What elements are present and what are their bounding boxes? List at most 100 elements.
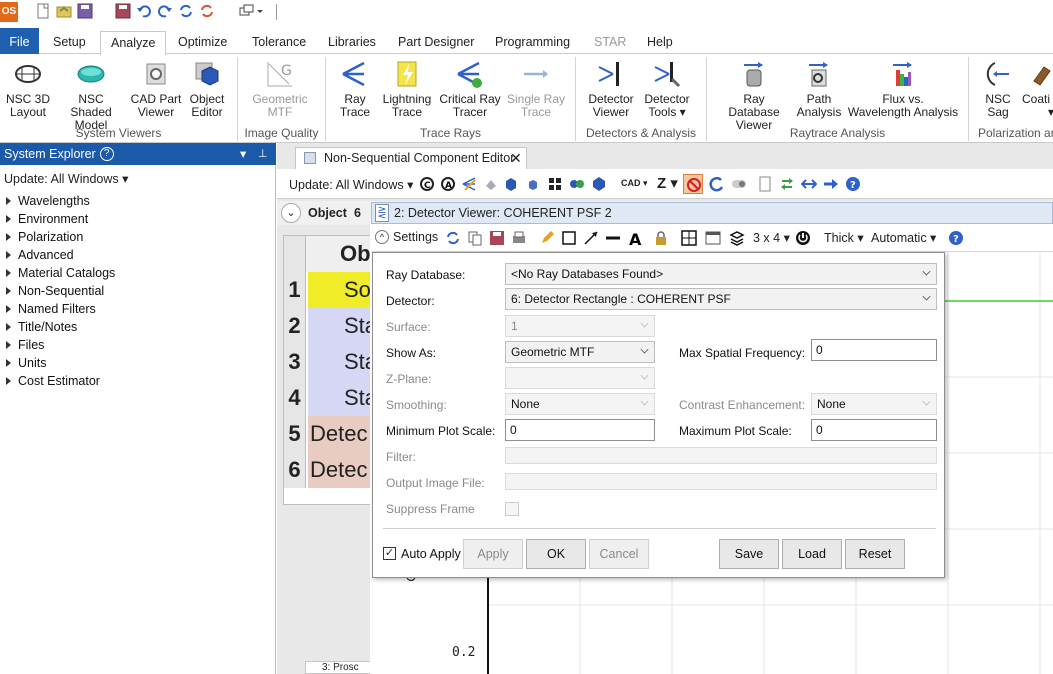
copy-icon[interactable] — [467, 230, 483, 246]
auto-apply-checkbox[interactable]: ✓ — [383, 547, 396, 560]
prosc-tab[interactable]: 3: Prosc — [305, 661, 375, 674]
refresh-all-icon[interactable] — [198, 3, 216, 21]
detector-viewer-titlebar[interactable]: ⋛ 2: Detector Viewer: COHERENT PSF 2 — [371, 202, 1053, 224]
cancel-button[interactable]: Cancel — [589, 539, 649, 569]
rotate-icon[interactable] — [709, 176, 725, 192]
sx-item-advanced[interactable]: Advanced — [6, 248, 74, 262]
reset-button[interactable]: Reset — [845, 539, 905, 569]
row-type[interactable]: Sta — [308, 308, 374, 344]
group-icon[interactable] — [569, 176, 585, 192]
cube-small-icon[interactable] — [525, 176, 541, 192]
solid-icon[interactable] — [483, 176, 499, 192]
print-icon[interactable] — [511, 230, 527, 246]
nsc-shaded-model-button[interactable]: NSC Shaded Model — [56, 59, 126, 132]
layout-dropdown[interactable]: 3 x 4 ▾ — [753, 230, 790, 245]
window-layout-icon[interactable] — [238, 3, 264, 21]
cad-dropdown[interactable]: CAD ▾ — [621, 178, 648, 189]
object-editor-button[interactable]: Object Editor — [185, 59, 229, 119]
ray-trace-icon[interactable] — [461, 176, 477, 192]
new-file-icon[interactable] — [34, 3, 52, 21]
collapse-icon[interactable]: ^ — [375, 230, 389, 244]
collapse-icon[interactable]: ⌄ — [281, 203, 301, 223]
coating-button[interactable]: Coati ▾ — [1022, 59, 1053, 119]
nsc-editor-tab[interactable]: Non-Sequential Component Editor ✕ — [295, 147, 527, 169]
sx-item-non-sequential[interactable]: Non-Sequential — [6, 284, 104, 298]
settings-button[interactable]: Settings — [393, 230, 438, 244]
system-explorer-update[interactable]: Update: All Windows ▾ — [4, 171, 128, 186]
z-plane-select[interactable] — [505, 367, 655, 389]
layers-icon[interactable] — [729, 230, 745, 246]
dropdown-arrow-icon[interactable]: ▾ — [240, 143, 246, 165]
tab-setup[interactable]: Setup — [53, 32, 86, 54]
tab-help[interactable]: Help — [647, 32, 673, 54]
cube-icon[interactable] — [503, 176, 519, 192]
hexagon-icon[interactable] — [591, 176, 607, 192]
refresh-icon[interactable] — [445, 230, 461, 246]
nsc-sag-button[interactable]: NSC Sag — [978, 59, 1018, 119]
surface-select[interactable]: 1 — [505, 315, 655, 337]
zoom-grid-icon[interactable] — [681, 230, 697, 246]
refresh-icon[interactable] — [177, 3, 195, 21]
help-icon[interactable]: ? — [948, 230, 964, 246]
lock-icon[interactable] — [653, 230, 669, 246]
open-file-icon[interactable] — [55, 3, 73, 21]
line-thickness-dropdown[interactable]: Thick ▾ — [824, 230, 864, 245]
save-button[interactable]: Save — [719, 539, 779, 569]
sx-item-title-notes[interactable]: Title/Notes — [6, 320, 77, 334]
grid-row-1[interactable]: 1 So — [284, 272, 374, 308]
rectangle-icon[interactable] — [561, 230, 577, 246]
detector-tools-button[interactable]: Detector Tools ▾ — [641, 59, 693, 119]
tab-file[interactable]: File — [0, 28, 39, 54]
sx-item-files[interactable]: Files — [6, 338, 44, 352]
path-analysis-button[interactable]: Path Analysis — [796, 59, 842, 119]
sx-item-cost-estimator[interactable]: Cost Estimator — [6, 374, 100, 388]
pencil-icon[interactable] — [539, 230, 555, 246]
pin-icon[interactable]: ⊥ — [258, 143, 268, 165]
grid-row-3[interactable]: 3 Sta — [284, 344, 374, 380]
min-plot-scale-input[interactable]: 0 — [505, 419, 655, 441]
tab-optimize[interactable]: Optimize — [178, 32, 227, 54]
single-ray-trace-button[interactable]: Single Ray Trace — [505, 59, 567, 119]
smoothing-select[interactable]: None — [505, 393, 655, 415]
detector-viewer-button[interactable]: Detector Viewer — [585, 59, 637, 119]
grid-row-2[interactable]: 2 Sta — [284, 308, 374, 344]
window-icon[interactable] — [705, 230, 721, 246]
sx-item-environment[interactable]: Environment — [6, 212, 88, 226]
save-icon[interactable] — [489, 230, 505, 246]
max-spatial-frequency-input[interactable]: 0 — [811, 339, 937, 361]
grid-icon[interactable] — [547, 176, 563, 192]
undo-icon[interactable] — [135, 3, 153, 21]
tab-star[interactable]: STAR — [594, 32, 626, 54]
output-image-file-input[interactable] — [505, 473, 937, 490]
sx-item-units[interactable]: Units — [6, 356, 46, 370]
apply-button[interactable]: Apply — [463, 539, 523, 569]
refresh-icon[interactable]: C — [419, 176, 435, 192]
tab-programming[interactable]: Programming — [495, 32, 570, 54]
load-button[interactable]: Load — [782, 539, 842, 569]
tab-analyze[interactable]: Analyze — [100, 31, 167, 55]
text-icon[interactable]: A — [627, 230, 643, 246]
ok-button[interactable]: OK — [526, 539, 586, 569]
geometric-mtf-button[interactable]: G Geometric MTF — [248, 59, 312, 119]
ray-database-select[interactable]: <No Ray Databases Found> — [505, 263, 937, 285]
line-icon[interactable] — [605, 230, 621, 246]
flux-vs-wavelength-button[interactable]: Flux vs. Wavelength Analysis — [846, 59, 960, 119]
arrow-line-icon[interactable] — [583, 230, 599, 246]
redo-icon[interactable] — [156, 3, 174, 21]
help-icon[interactable]: ? — [845, 176, 861, 192]
detector-select[interactable]: 6: Detector Rectangle : COHERENT PSF — [505, 288, 937, 310]
row-type[interactable]: So — [308, 272, 374, 308]
toggle-icon[interactable] — [731, 176, 747, 192]
grid-row-4[interactable]: 4 Sta — [284, 380, 374, 416]
row-type[interactable]: Detec — [308, 416, 374, 452]
ray-database-viewer-button[interactable]: Ray Database Viewer — [716, 59, 792, 132]
grid-row-6[interactable]: 6 Detec — [284, 452, 374, 488]
critical-ray-tracer-button[interactable]: Critical Ray Tracer — [439, 59, 501, 119]
refresh-all-icon[interactable]: A — [440, 176, 456, 192]
sx-item-wavelengths[interactable]: Wavelengths — [6, 194, 90, 208]
cad-part-viewer-button[interactable]: CAD Part Viewer — [130, 59, 182, 119]
sx-item-material-catalogs[interactable]: Material Catalogs — [6, 266, 115, 280]
save-as-icon[interactable] — [114, 3, 132, 21]
power-icon[interactable] — [795, 230, 811, 246]
sx-item-polarization[interactable]: Polarization — [6, 230, 83, 244]
